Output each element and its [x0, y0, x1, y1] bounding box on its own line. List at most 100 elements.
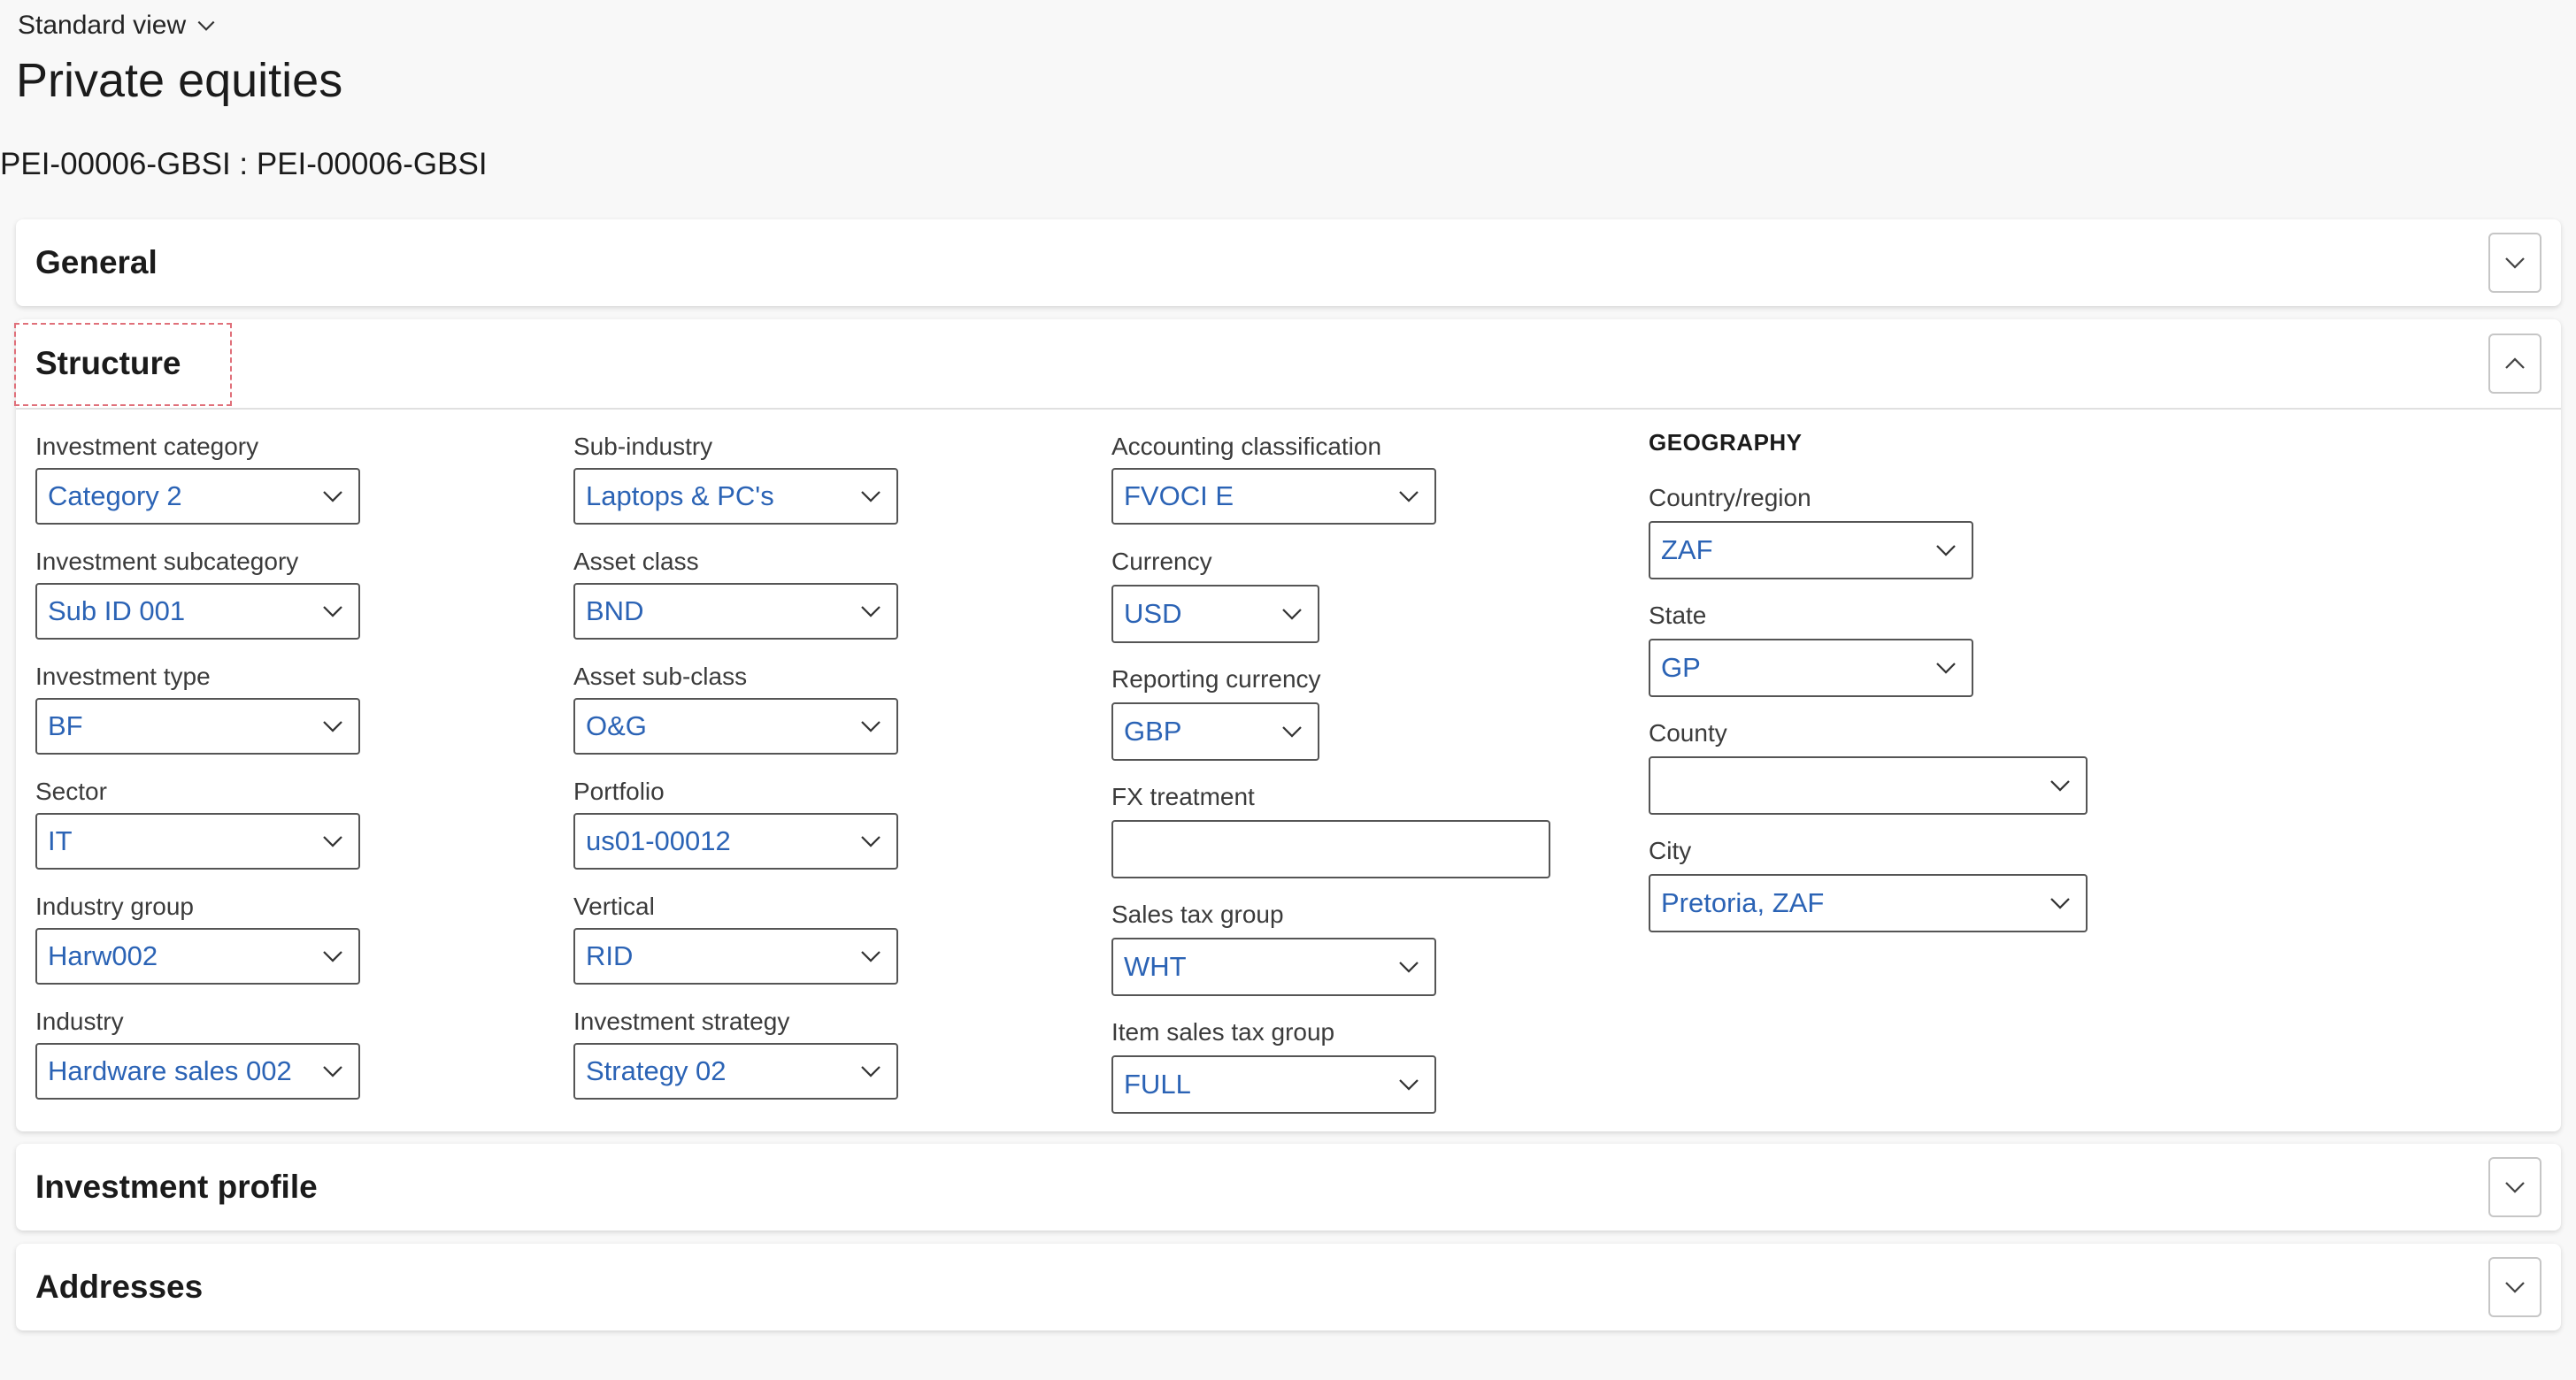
asset-sub-class-dropdown[interactable]: O&G — [573, 698, 898, 755]
field-value: Category 2 — [48, 480, 182, 511]
industry-field: Industry Hardware sales 002 — [35, 1008, 360, 1100]
chevron-down-icon — [2050, 898, 2070, 909]
sales-tax-group-field: Sales tax group WHT — [1111, 901, 1436, 996]
item-sales-tax-group-dropdown[interactable]: FULL — [1111, 1055, 1436, 1114]
state-field: State GP — [1649, 602, 1973, 697]
field-value: FVOCI E — [1124, 480, 1234, 511]
chevron-down-icon — [2505, 1282, 2525, 1293]
field-value: FULL — [1124, 1069, 1191, 1100]
investment-profile-section-header[interactable]: Investment profile — [16, 1144, 2561, 1230]
field-label: FX treatment — [1111, 783, 1255, 810]
general-section: General — [16, 219, 2561, 306]
structure-section: Structure Investment category Category 2… — [14, 319, 2561, 1131]
structure-section-title: Structure — [35, 345, 181, 381]
county-dropdown[interactable] — [1649, 756, 2088, 815]
field-label: Investment category — [35, 433, 259, 460]
city-dropdown[interactable]: Pretoria, ZAF — [1649, 874, 2088, 932]
chevron-down-icon — [861, 721, 880, 732]
asset-sub-class-field: Asset sub-class O&G — [573, 663, 898, 755]
sales-tax-group-dropdown[interactable]: WHT — [1111, 938, 1436, 996]
chevron-down-icon — [1282, 726, 1302, 738]
accounting-classification-field: Accounting classification FVOCI E — [1111, 433, 1436, 525]
fx-treatment-input[interactable] — [1111, 820, 1550, 878]
field-value: Sub ID 001 — [48, 595, 186, 626]
chevron-down-icon — [2050, 780, 2070, 792]
geography-heading: GEOGRAPHY — [1649, 429, 1803, 456]
chevron-down-icon — [861, 836, 880, 847]
field-label: Investment subcategory — [35, 548, 299, 575]
chevron-up-icon — [2505, 357, 2525, 369]
chevron-down-icon — [1282, 609, 1302, 620]
field-value: BF — [48, 710, 83, 741]
accounting-classification-dropdown[interactable]: FVOCI E — [1111, 468, 1436, 525]
industry-dropdown[interactable]: Hardware sales 002 — [35, 1043, 360, 1100]
currency-dropdown[interactable]: USD — [1111, 585, 1319, 643]
vertical-field: Vertical RID — [573, 893, 898, 985]
chevron-down-icon — [323, 951, 342, 962]
field-label: City — [1649, 837, 1692, 864]
general-section-header[interactable]: General — [16, 219, 2561, 306]
addresses-section: Addresses — [16, 1244, 2561, 1330]
portfolio-dropdown[interactable]: us01-00012 — [573, 813, 898, 870]
asset-class-dropdown[interactable]: BND — [573, 583, 898, 640]
reporting-currency-dropdown[interactable]: GBP — [1111, 702, 1319, 761]
sub-industry-dropdown[interactable]: Laptops & PC's — [573, 468, 898, 525]
addresses-section-header[interactable]: Addresses — [16, 1244, 2561, 1330]
field-value: us01-00012 — [586, 825, 731, 856]
field-value: GP — [1661, 652, 1701, 683]
sector-dropdown[interactable]: IT — [35, 813, 360, 870]
section-divider — [16, 408, 2561, 410]
field-label: Portfolio — [573, 778, 665, 805]
chevron-down-icon — [323, 1066, 342, 1077]
chevron-down-icon — [861, 1066, 880, 1077]
vertical-dropdown[interactable]: RID — [573, 928, 898, 985]
asset-class-field: Asset class BND — [573, 548, 898, 640]
investment-subcategory-dropdown[interactable]: Sub ID 001 — [35, 583, 360, 640]
investment-strategy-field: Investment strategy Strategy 02 — [573, 1008, 898, 1100]
investment-category-dropdown[interactable]: Category 2 — [35, 468, 360, 525]
field-value: BND — [586, 595, 644, 626]
country-region-dropdown[interactable]: ZAF — [1649, 521, 1973, 579]
state-dropdown[interactable]: GP — [1649, 639, 1973, 697]
investment-type-dropdown[interactable]: BF — [35, 698, 360, 755]
general-expand-button[interactable] — [2488, 233, 2541, 293]
field-value: Strategy 02 — [586, 1055, 727, 1086]
field-value: USD — [1124, 598, 1182, 629]
item-sales-tax-group-field: Item sales tax group FULL — [1111, 1018, 1436, 1114]
currency-field: Currency USD — [1111, 548, 1319, 643]
addresses-expand-button[interactable] — [2488, 1257, 2541, 1317]
field-label: Vertical — [573, 893, 655, 920]
field-label: State — [1649, 602, 1707, 629]
investment-profile-section-title: Investment profile — [35, 1169, 318, 1205]
industry-group-field: Industry group Harw002 — [35, 893, 360, 985]
field-label: Asset class — [573, 548, 699, 575]
chevron-down-icon — [1936, 663, 1956, 674]
reporting-currency-field: Reporting currency GBP — [1111, 665, 1321, 761]
industry-group-dropdown[interactable]: Harw002 — [35, 928, 360, 985]
field-value: IT — [48, 825, 73, 856]
field-value: GBP — [1124, 716, 1182, 747]
investment-strategy-dropdown[interactable]: Strategy 02 — [573, 1043, 898, 1100]
record-title: PEI-00006-GBSI : PEI-00006-GBSI — [0, 147, 488, 181]
structure-collapse-button[interactable] — [2488, 334, 2541, 394]
view-switcher[interactable]: Standard view — [18, 11, 218, 41]
field-label: County — [1649, 719, 1727, 747]
structure-section-header[interactable]: Structure — [14, 319, 2561, 408]
field-label: Industry group — [35, 893, 194, 920]
sub-industry-field: Sub-industry Laptops & PC's — [573, 433, 898, 525]
field-value: WHT — [1124, 951, 1187, 982]
field-value: Pretoria, ZAF — [1661, 887, 1825, 918]
field-value: Hardware sales 002 — [48, 1055, 292, 1086]
fx-treatment-field: FX treatment — [1111, 783, 1550, 878]
chevron-down-icon — [1399, 962, 1419, 973]
county-field: County — [1649, 719, 2088, 815]
field-label: Item sales tax group — [1111, 1018, 1335, 1046]
field-label: Reporting currency — [1111, 665, 1321, 693]
sector-field: Sector IT — [35, 778, 360, 870]
chevron-down-icon — [323, 721, 342, 732]
investment-profile-expand-button[interactable] — [2488, 1157, 2541, 1217]
chevron-down-icon — [861, 606, 880, 617]
field-value: O&G — [586, 710, 647, 741]
portfolio-field: Portfolio us01-00012 — [573, 778, 898, 870]
investment-type-field: Investment type BF — [35, 663, 360, 755]
